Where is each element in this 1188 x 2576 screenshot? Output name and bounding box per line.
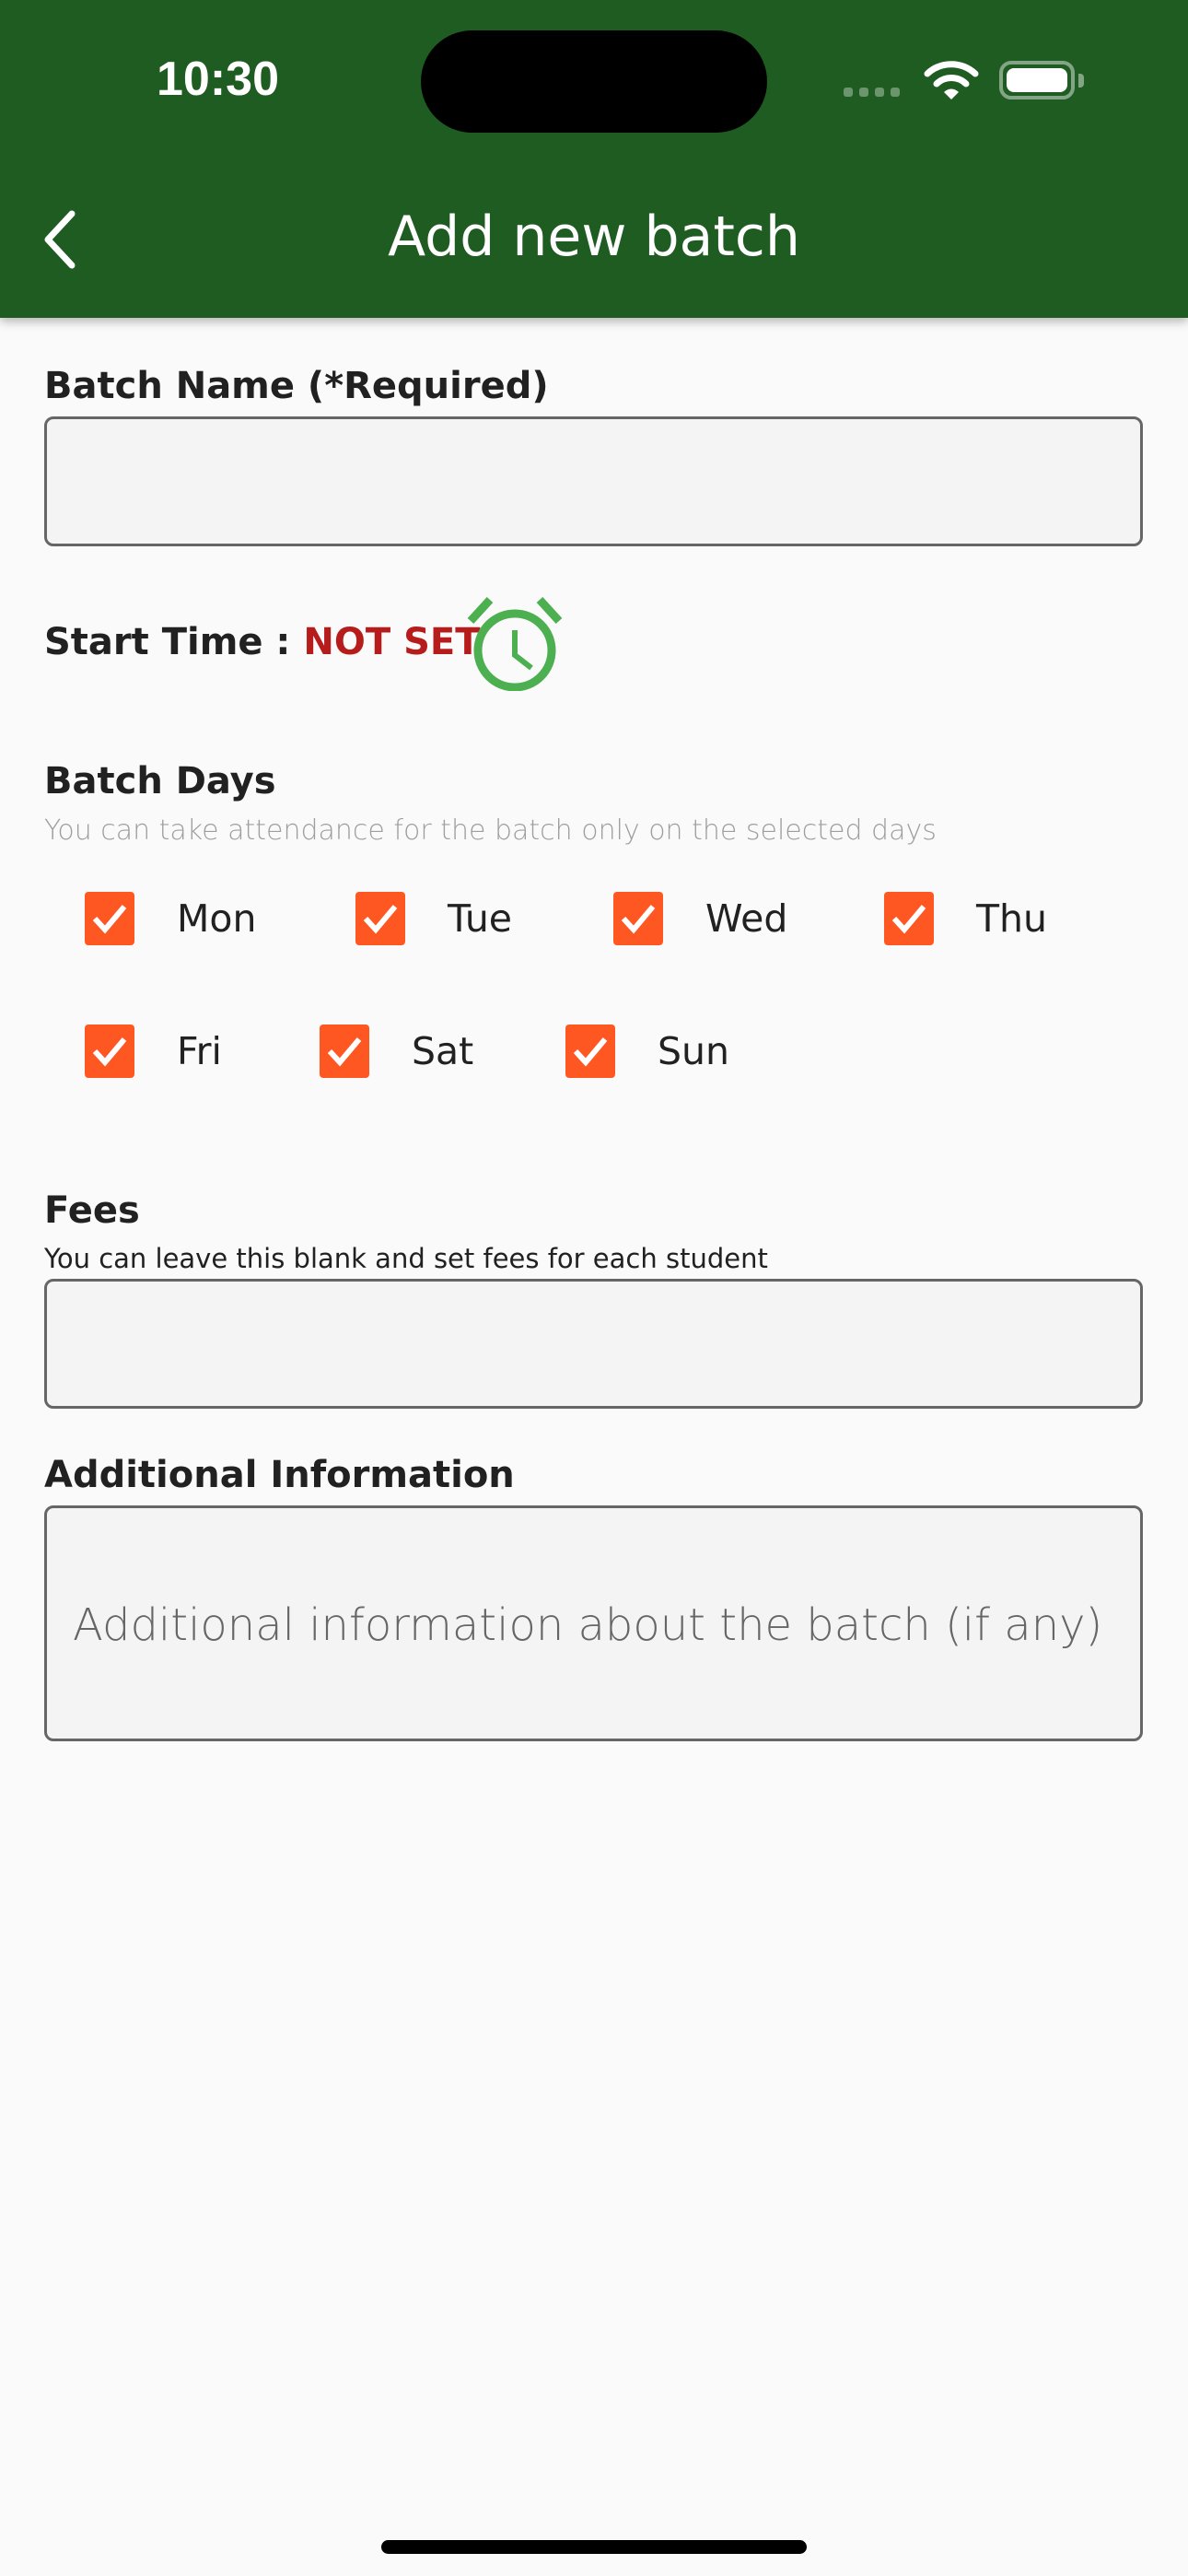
day-checkbox-fri[interactable]: Fri	[85, 1025, 222, 1078]
wifi-icon	[924, 61, 979, 100]
check-icon	[327, 1037, 362, 1067]
day-label: Sun	[658, 1029, 729, 1073]
start-time-label: Start Time :	[44, 621, 291, 663]
day-label: Mon	[177, 896, 257, 941]
checkbox-checked[interactable]	[85, 1025, 134, 1078]
fees-input[interactable]	[44, 1279, 1143, 1409]
checkbox-checked[interactable]	[320, 1025, 369, 1078]
day-label: Sat	[412, 1029, 474, 1073]
set-start-time-button[interactable]	[465, 590, 565, 692]
batch-name-input[interactable]	[44, 416, 1143, 546]
check-icon	[891, 905, 926, 934]
checkbox-checked[interactable]	[613, 892, 663, 945]
start-time-row: Start Time : NOT SET	[44, 610, 481, 674]
day-label: Thu	[976, 896, 1048, 941]
check-icon	[621, 905, 656, 934]
day-label: Tue	[448, 896, 513, 941]
day-checkbox-thu[interactable]: Thu	[884, 892, 1047, 945]
status-time: 10:30	[157, 53, 279, 106]
day-label: Fri	[177, 1029, 222, 1073]
check-icon	[92, 905, 127, 934]
dynamic-island	[421, 30, 767, 133]
battery-cap	[1078, 74, 1084, 88]
batch-name-label: Batch Name (*Required)	[44, 365, 549, 407]
alarm-clock-icon	[467, 596, 563, 692]
start-time-value[interactable]: NOT SET	[303, 621, 480, 663]
batch-days-label: Batch Days	[44, 760, 276, 802]
fees-subtitle: You can leave this blank and set fees fo…	[44, 1243, 768, 1274]
day-checkbox-mon[interactable]: Mon	[85, 892, 256, 945]
battery-icon	[999, 61, 1075, 100]
check-icon	[573, 1037, 608, 1067]
check-icon	[363, 905, 398, 934]
day-checkbox-wed[interactable]: Wed	[613, 892, 787, 945]
fees-label: Fees	[44, 1189, 140, 1232]
day-checkbox-sat[interactable]: Sat	[320, 1025, 473, 1078]
app-header: 10:30 Add new batch	[0, 0, 1188, 318]
checkbox-checked[interactable]	[884, 892, 934, 945]
additional-info-input[interactable]	[44, 1505, 1143, 1741]
additional-info-label: Additional Information	[44, 1454, 515, 1496]
checkbox-checked[interactable]	[355, 892, 405, 945]
checkbox-checked[interactable]	[565, 1025, 615, 1078]
home-indicator[interactable]	[381, 2540, 807, 2554]
day-checkbox-tue[interactable]: Tue	[355, 892, 512, 945]
batch-days-subtitle: You can take attendance for the batch on…	[44, 814, 937, 847]
checkbox-checked[interactable]	[85, 892, 134, 945]
day-label: Wed	[705, 896, 788, 941]
page-title: Add new batch	[388, 205, 800, 269]
signal-icon	[844, 88, 900, 97]
day-checkbox-sun[interactable]: Sun	[565, 1025, 729, 1078]
check-icon	[92, 1037, 127, 1067]
